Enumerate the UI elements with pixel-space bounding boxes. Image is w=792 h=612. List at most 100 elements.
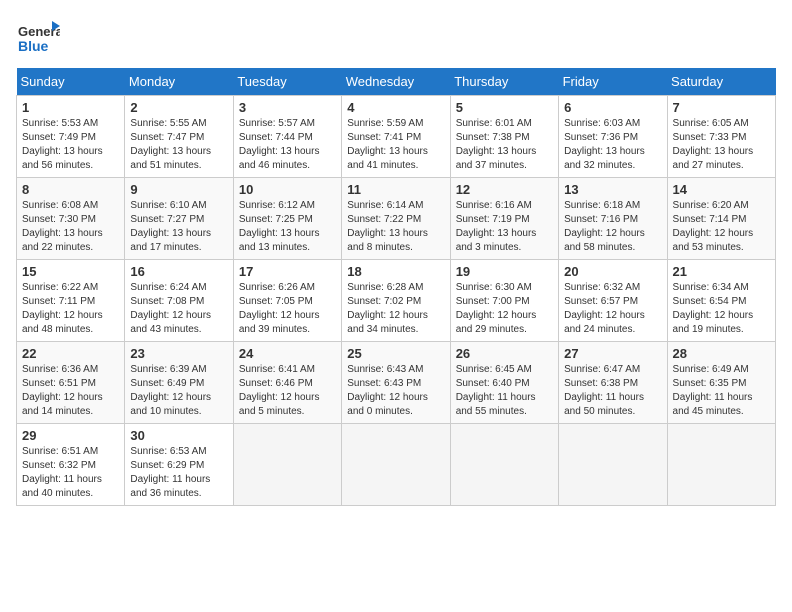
calendar-day: 19 Sunrise: 6:30 AM Sunset: 7:00 PM Dayli… [450,260,558,342]
calendar-week-row: 29 Sunrise: 6:51 AM Sunset: 6:32 PM Dayli… [17,424,776,506]
header-sunday: Sunday [17,68,125,96]
day-info: Sunrise: 6:14 AM Sunset: 7:22 PM Dayligh… [347,199,444,255]
calendar-day: 18Sunrise: 6:28 AM Sunset: 7:02 PM Dayli… [342,260,450,342]
day-info: Sunrise: 5:57 AM Sunset: 7:44 PM Dayligh… [239,117,336,173]
logo-icon: General Blue [16,16,60,60]
day-number: 25 [347,346,444,361]
day-number: 8 [22,182,119,197]
day-number: 21 [673,264,770,279]
day-number: 13 [564,182,661,197]
calendar-day: 7Sunrise: 6:05 AM Sunset: 7:33 PM Daylig… [667,96,775,178]
calendar-day: 15 Sunrise: 6:22 AM Sunset: 7:11 PM Dayli… [17,260,125,342]
header-wednesday: Wednesday [342,68,450,96]
day-number: 19 [456,264,553,279]
calendar-day [233,424,341,506]
calendar-day: 3 Sunrise: 5:57 AM Sunset: 7:44 PM Daylig… [233,96,341,178]
calendar-day: 27Sunrise: 6:47 AM Sunset: 6:38 PM Dayli… [559,342,667,424]
day-info: Sunrise: 5:59 AM Sunset: 7:41 PM Dayligh… [347,117,444,173]
calendar-day: 1 Sunrise: 5:53 AM Sunset: 7:49 PM Daylig… [17,96,125,178]
day-info: Sunrise: 6:32 AM Sunset: 6:57 PM Dayligh… [564,281,661,337]
day-info: Sunrise: 6:49 AM Sunset: 6:35 PM Dayligh… [673,363,770,419]
calendar-day: 26 Sunrise: 6:45 AM Sunset: 6:40 PM Dayli… [450,342,558,424]
day-info: Sunrise: 6:45 AM Sunset: 6:40 PM Dayligh… [456,363,553,419]
day-number: 30 [130,428,227,443]
calendar-day: 25 Sunrise: 6:43 AM Sunset: 6:43 PM Dayli… [342,342,450,424]
calendar-week-row: 15 Sunrise: 6:22 AM Sunset: 7:11 PM Dayli… [17,260,776,342]
day-info: Sunrise: 6:53 AM Sunset: 6:29 PM Dayligh… [130,445,227,501]
day-number: 18 [347,264,444,279]
calendar-day: 16Sunrise: 6:24 AM Sunset: 7:08 PM Dayli… [125,260,233,342]
calendar-day: 6 Sunrise: 6:03 AM Sunset: 7:36 PM Daylig… [559,96,667,178]
day-number: 12 [456,182,553,197]
day-info: Sunrise: 6:51 AM Sunset: 6:32 PM Dayligh… [22,445,119,501]
calendar-day [450,424,558,506]
day-number: 14 [673,182,770,197]
calendar-day: 30 Sunrise: 6:53 AM Sunset: 6:29 PM Dayli… [125,424,233,506]
day-info: Sunrise: 5:55 AM Sunset: 7:47 PM Dayligh… [130,117,227,173]
day-info: Sunrise: 6:03 AM Sunset: 7:36 PM Dayligh… [564,117,661,173]
day-info: Sunrise: 6:34 AM Sunset: 6:54 PM Dayligh… [673,281,770,337]
day-number: 22 [22,346,119,361]
calendar-day: 24 Sunrise: 6:41 AM Sunset: 6:46 PM Dayli… [233,342,341,424]
day-info: Sunrise: 6:22 AM Sunset: 7:11 PM Dayligh… [22,281,119,337]
calendar-week-row: 8 Sunrise: 6:08 AM Sunset: 7:30 PM Daylig… [17,178,776,260]
day-info: Sunrise: 5:53 AM Sunset: 7:49 PM Dayligh… [22,117,119,173]
day-number: 24 [239,346,336,361]
day-info: Sunrise: 6:12 AM Sunset: 7:25 PM Dayligh… [239,199,336,255]
page-header: General Blue [16,16,776,60]
day-number: 3 [239,100,336,115]
svg-text:Blue: Blue [18,38,49,54]
day-info: Sunrise: 6:41 AM Sunset: 6:46 PM Dayligh… [239,363,336,419]
day-info: Sunrise: 6:01 AM Sunset: 7:38 PM Dayligh… [456,117,553,173]
day-number: 20 [564,264,661,279]
header-thursday: Thursday [450,68,558,96]
calendar-week-row: 22Sunrise: 6:36 AM Sunset: 6:51 PM Dayli… [17,342,776,424]
calendar-day: 5 Sunrise: 6:01 AM Sunset: 7:38 PM Daylig… [450,96,558,178]
logo: General Blue [16,16,60,60]
calendar-day: 28Sunrise: 6:49 AM Sunset: 6:35 PM Dayli… [667,342,775,424]
day-info: Sunrise: 6:20 AM Sunset: 7:14 PM Dayligh… [673,199,770,255]
calendar-day: 23Sunrise: 6:39 AM Sunset: 6:49 PM Dayli… [125,342,233,424]
day-number: 26 [456,346,553,361]
calendar-table: SundayMondayTuesdayWednesdayThursdayFrid… [16,68,776,506]
day-number: 27 [564,346,661,361]
day-number: 17 [239,264,336,279]
calendar-day: 14 Sunrise: 6:20 AM Sunset: 7:14 PM Dayli… [667,178,775,260]
calendar-day: 17 Sunrise: 6:26 AM Sunset: 7:05 PM Dayli… [233,260,341,342]
day-number: 1 [22,100,119,115]
calendar-day: 12 Sunrise: 6:16 AM Sunset: 7:19 PM Dayli… [450,178,558,260]
day-number: 29 [22,428,119,443]
day-number: 5 [456,100,553,115]
day-number: 2 [130,100,227,115]
calendar-header-row: SundayMondayTuesdayWednesdayThursdayFrid… [17,68,776,96]
day-info: Sunrise: 6:30 AM Sunset: 7:00 PM Dayligh… [456,281,553,337]
day-info: Sunrise: 6:43 AM Sunset: 6:43 PM Dayligh… [347,363,444,419]
calendar-day: 20 Sunrise: 6:32 AM Sunset: 6:57 PM Dayli… [559,260,667,342]
calendar-day: 4 Sunrise: 5:59 AM Sunset: 7:41 PM Daylig… [342,96,450,178]
calendar-day: 2 Sunrise: 5:55 AM Sunset: 7:47 PM Daylig… [125,96,233,178]
header-monday: Monday [125,68,233,96]
day-info: Sunrise: 6:10 AM Sunset: 7:27 PM Dayligh… [130,199,227,255]
day-number: 6 [564,100,661,115]
day-number: 15 [22,264,119,279]
day-info: Sunrise: 6:26 AM Sunset: 7:05 PM Dayligh… [239,281,336,337]
day-info: Sunrise: 6:16 AM Sunset: 7:19 PM Dayligh… [456,199,553,255]
header-tuesday: Tuesday [233,68,341,96]
day-info: Sunrise: 6:18 AM Sunset: 7:16 PM Dayligh… [564,199,661,255]
day-number: 11 [347,182,444,197]
header-friday: Friday [559,68,667,96]
calendar-day [559,424,667,506]
day-info: Sunrise: 6:08 AM Sunset: 7:30 PM Dayligh… [22,199,119,255]
calendar-day [342,424,450,506]
day-number: 9 [130,182,227,197]
calendar-day: 10 Sunrise: 6:12 AM Sunset: 7:25 PM Dayli… [233,178,341,260]
day-number: 10 [239,182,336,197]
calendar-day: 13 Sunrise: 6:18 AM Sunset: 7:16 PM Dayli… [559,178,667,260]
day-number: 7 [673,100,770,115]
header-saturday: Saturday [667,68,775,96]
day-number: 4 [347,100,444,115]
calendar-day: 9 Sunrise: 6:10 AM Sunset: 7:27 PM Daylig… [125,178,233,260]
day-number: 16 [130,264,227,279]
calendar-day: 11 Sunrise: 6:14 AM Sunset: 7:22 PM Dayli… [342,178,450,260]
day-number: 23 [130,346,227,361]
